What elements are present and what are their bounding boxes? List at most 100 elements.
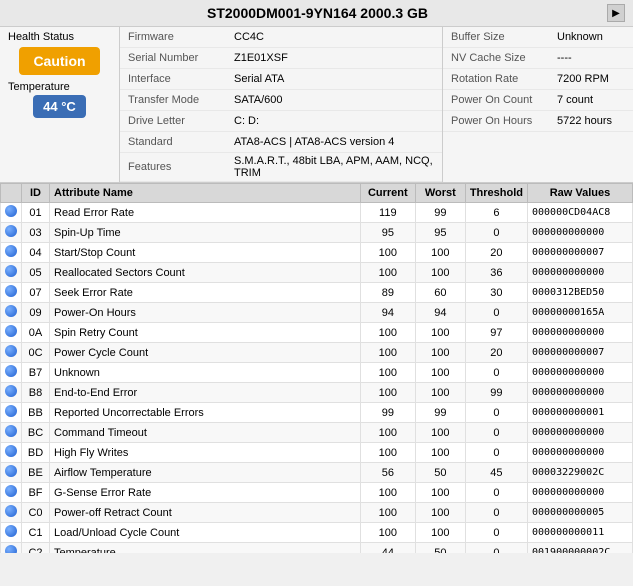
col-name: Attribute Name	[50, 184, 361, 203]
row-id: C1	[22, 523, 50, 543]
row-raw: 000000000000	[528, 223, 633, 243]
row-raw: 000000000000	[528, 323, 633, 343]
table-row[interactable]: C2 Temperature 44 50 0 001900000002C	[1, 543, 633, 554]
row-id: C2	[22, 543, 50, 554]
table-row[interactable]: 0C Power Cycle Count 100 100 20 00000000…	[1, 343, 633, 363]
row-name: Seek Error Rate	[50, 283, 361, 303]
smart-table: ID Attribute Name Current Worst Threshol…	[0, 183, 633, 553]
right-value-2: 7200 RPM	[553, 71, 613, 87]
col-current: Current	[360, 184, 415, 203]
table-row[interactable]: B7 Unknown 100 100 0 000000000000	[1, 363, 633, 383]
row-dot	[1, 243, 22, 263]
row-current: 100	[360, 423, 415, 443]
table-row[interactable]: 05 Reallocated Sectors Count 100 100 36 …	[1, 263, 633, 283]
row-dot	[1, 203, 22, 223]
center-label-2: Interface	[120, 71, 230, 87]
center-label-1: Serial Number	[120, 50, 230, 66]
row-name: G-Sense Error Rate	[50, 483, 361, 503]
table-row[interactable]: 03 Spin-Up Time 95 95 0 000000000000	[1, 223, 633, 243]
title-bar: ST2000DM001-9YN164 2000.3 GB ▶	[0, 0, 633, 27]
row-name: Unknown	[50, 363, 361, 383]
row-name: Spin-Up Time	[50, 223, 361, 243]
row-current: 44	[360, 543, 415, 554]
row-id: B8	[22, 383, 50, 403]
row-dot	[1, 483, 22, 503]
row-threshold: 0	[465, 303, 527, 323]
row-name: Start/Stop Count	[50, 243, 361, 263]
center-field-row: Transfer Mode SATA/600	[120, 90, 442, 111]
row-threshold: 0	[465, 503, 527, 523]
row-dot	[1, 363, 22, 383]
right-value-4: 5722 hours	[553, 113, 616, 129]
row-raw: 00000000165A	[528, 303, 633, 323]
right-label-3: Power On Count	[443, 92, 553, 108]
center-info-panel: Firmware CC4C Serial Number Z1E01XSF Int…	[120, 27, 443, 182]
row-worst: 100	[415, 503, 465, 523]
standard-value: ATA8-ACS | ATA8-ACS version 4	[230, 134, 398, 150]
row-id: 09	[22, 303, 50, 323]
row-current: 94	[360, 303, 415, 323]
right-field-row: Power On Hours 5722 hours	[443, 111, 633, 132]
row-id: BE	[22, 463, 50, 483]
center-value-0: CC4C	[230, 29, 268, 45]
row-threshold: 30	[465, 283, 527, 303]
table-row[interactable]: 04 Start/Stop Count 100 100 20 000000000…	[1, 243, 633, 263]
row-threshold: 97	[465, 323, 527, 343]
table-row[interactable]: BB Reported Uncorrectable Errors 99 99 0…	[1, 403, 633, 423]
features-row: Features S.M.A.R.T., 48bit LBA, APM, AAM…	[120, 153, 442, 182]
center-value-2: Serial ATA	[230, 71, 288, 87]
row-worst: 100	[415, 483, 465, 503]
table-row[interactable]: C1 Load/Unload Cycle Count 100 100 0 000…	[1, 523, 633, 543]
row-current: 100	[360, 383, 415, 403]
row-current: 100	[360, 323, 415, 343]
table-row[interactable]: 0A Spin Retry Count 100 100 97 000000000…	[1, 323, 633, 343]
row-id: 07	[22, 283, 50, 303]
table-row[interactable]: 01 Read Error Rate 119 99 6 000000CD04AC…	[1, 203, 633, 223]
col-worst: Worst	[415, 184, 465, 203]
standard-label: Standard	[120, 134, 230, 150]
col-raw: Raw Values	[528, 184, 633, 203]
row-raw: 00003229002C	[528, 463, 633, 483]
expand-button[interactable]: ▶	[607, 4, 625, 22]
features-label: Features	[120, 159, 230, 175]
row-worst: 100	[415, 423, 465, 443]
row-dot	[1, 403, 22, 423]
table-row[interactable]: BF G-Sense Error Rate 100 100 0 00000000…	[1, 483, 633, 503]
table-row[interactable]: BD High Fly Writes 100 100 0 00000000000…	[1, 443, 633, 463]
row-current: 100	[360, 343, 415, 363]
row-dot	[1, 503, 22, 523]
right-value-1: ----	[553, 50, 576, 66]
row-dot	[1, 543, 22, 554]
table-row[interactable]: BE Airflow Temperature 56 50 45 00003229…	[1, 463, 633, 483]
right-label-4: Power On Hours	[443, 113, 553, 129]
row-raw: 000000000000	[528, 423, 633, 443]
row-id: BD	[22, 443, 50, 463]
row-name: Reallocated Sectors Count	[50, 263, 361, 283]
table-row[interactable]: 07 Seek Error Rate 89 60 30 0000312BED50	[1, 283, 633, 303]
row-threshold: 36	[465, 263, 527, 283]
row-current: 95	[360, 223, 415, 243]
row-worst: 50	[415, 543, 465, 554]
right-field-row: NV Cache Size ----	[443, 48, 633, 69]
table-row[interactable]: BC Command Timeout 100 100 0 00000000000…	[1, 423, 633, 443]
row-dot	[1, 423, 22, 443]
row-id: 04	[22, 243, 50, 263]
table-row[interactable]: 09 Power-On Hours 94 94 0 00000000165A	[1, 303, 633, 323]
center-value-1: Z1E01XSF	[230, 50, 292, 66]
row-current: 100	[360, 503, 415, 523]
row-current: 100	[360, 243, 415, 263]
center-value-3: SATA/600	[230, 92, 287, 108]
center-field-row: Interface Serial ATA	[120, 69, 442, 90]
row-id: B7	[22, 363, 50, 383]
row-name: Airflow Temperature	[50, 463, 361, 483]
center-field-row: Drive Letter C: D:	[120, 111, 442, 132]
smart-table-container[interactable]: ID Attribute Name Current Worst Threshol…	[0, 183, 633, 553]
table-row[interactable]: B8 End-to-End Error 100 100 99 000000000…	[1, 383, 633, 403]
table-row[interactable]: C0 Power-off Retract Count 100 100 0 000…	[1, 503, 633, 523]
row-raw: 001900000002C	[528, 543, 633, 554]
row-name: Power-off Retract Count	[50, 503, 361, 523]
row-worst: 99	[415, 203, 465, 223]
right-label-2: Rotation Rate	[443, 71, 553, 87]
row-raw: 000000000000	[528, 263, 633, 283]
row-threshold: 20	[465, 343, 527, 363]
